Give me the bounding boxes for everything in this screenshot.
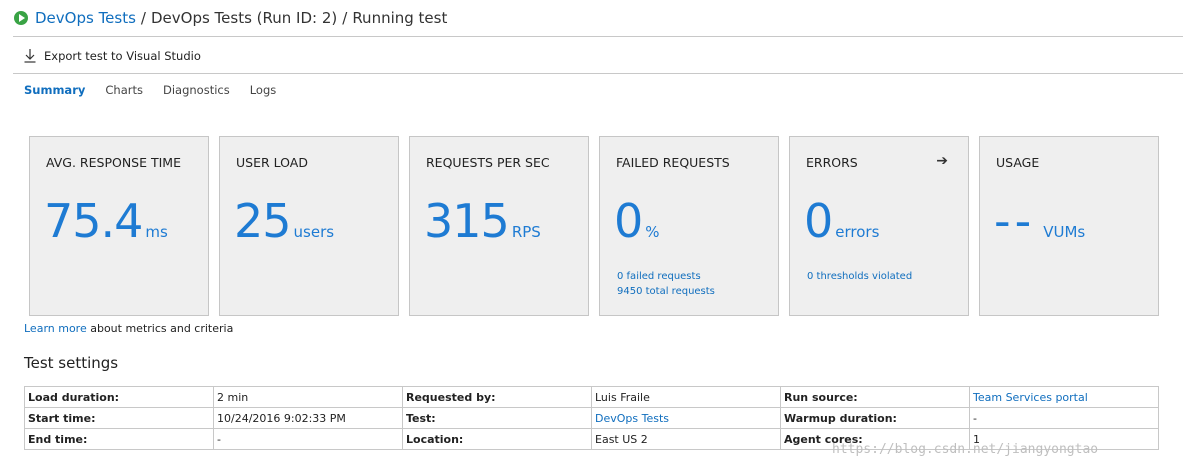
tile-unit: RPS <box>511 223 541 241</box>
breadcrumb: DevOps Tests / DevOps Tests (Run ID: 2) … <box>14 6 447 30</box>
tile-title: FAILED REQUESTS <box>616 155 730 170</box>
tile-number: 0 <box>804 194 833 248</box>
breadcrumb-status: Running test <box>352 9 448 27</box>
arrow-right-icon[interactable]: ➔ <box>936 153 948 169</box>
tile-number: 315 <box>424 194 510 248</box>
export-button[interactable]: Export test to Visual Studio <box>24 46 201 66</box>
breadcrumb-separator: / <box>140 9 146 27</box>
tab-logs[interactable]: Logs <box>250 83 277 97</box>
metric-tiles: AVG. RESPONSE TIME 75.4 ms USER LOAD 25 … <box>29 136 1159 316</box>
learn-more-suffix: about metrics and criteria <box>86 322 234 335</box>
breadcrumb-run: DevOps Tests (Run ID: 2) <box>150 9 338 27</box>
tile-title: ERRORS <box>806 155 858 170</box>
avg-response-time-tile: AVG. RESPONSE TIME 75.4 ms <box>29 136 209 316</box>
tile-value: 0 errors <box>804 191 879 251</box>
tile-value: 315 RPS <box>424 191 541 251</box>
tile-unit: ms <box>145 223 168 241</box>
learn-more-text: Learn more about metrics and criteria <box>24 322 233 335</box>
setting-value: DevOps Tests <box>591 407 781 429</box>
requests-per-sec-tile: REQUESTS PER SEC 315 RPS <box>409 136 589 316</box>
tile-title: USAGE <box>996 155 1040 170</box>
tab-charts[interactable]: Charts <box>105 83 143 97</box>
setting-label: Requested by: <box>402 386 592 408</box>
export-label: Export test to Visual Studio <box>44 49 201 63</box>
header-divider <box>13 36 1183 37</box>
setting-label: Location: <box>402 428 592 450</box>
setting-label: Start time: <box>24 407 214 429</box>
run-status-icon <box>14 11 28 25</box>
tile-number: 75.4 <box>44 194 143 248</box>
tile-unit: VUMs <box>1043 223 1086 241</box>
table-row: Load duration: 2 min Requested by: Luis … <box>24 386 1159 408</box>
tile-number: 0 <box>614 194 643 248</box>
setting-label: Test: <box>402 407 592 429</box>
table-row: Start time: 10/24/2016 9:02:33 PM Test: … <box>24 407 1159 429</box>
failed-requests-tile: FAILED REQUESTS 0 % 0 failed requests 94… <box>599 136 779 316</box>
setting-label: End time: <box>24 428 214 450</box>
tab-summary[interactable]: Summary <box>24 83 85 97</box>
setting-value: Team Services portal <box>969 386 1159 408</box>
tile-unit: errors <box>835 223 880 241</box>
tile-number: 25 <box>234 194 292 248</box>
setting-value: Luis Fraile <box>591 386 781 408</box>
run-source-link[interactable]: Team Services portal <box>973 391 1088 404</box>
tile-unit: % <box>645 223 660 241</box>
tile-number: -- <box>994 194 1036 248</box>
usage-tile: USAGE -- VUMs <box>979 136 1159 316</box>
setting-value: 2 min <box>213 386 403 408</box>
tile-title: USER LOAD <box>236 155 308 170</box>
toolbar-divider <box>13 73 1183 74</box>
user-load-tile: USER LOAD 25 users <box>219 136 399 316</box>
tile-value: 0 % <box>614 191 660 251</box>
setting-label: Warmup duration: <box>780 407 970 429</box>
setting-value: 10/24/2016 9:02:33 PM <box>213 407 403 429</box>
setting-value: - <box>969 407 1159 429</box>
tile-value: -- VUMs <box>994 191 1085 251</box>
tile-unit: users <box>293 223 335 241</box>
tile-title: AVG. RESPONSE TIME <box>46 155 181 170</box>
setting-label: Load duration: <box>24 386 214 408</box>
failed-requests-count-link[interactable]: 0 failed requests <box>617 271 701 282</box>
setting-value: East US 2 <box>591 428 781 450</box>
learn-more-link[interactable]: Learn more <box>24 322 87 335</box>
tile-title: REQUESTS PER SEC <box>426 155 550 170</box>
tile-value: 75.4 ms <box>44 191 168 251</box>
tab-bar: Summary Charts Diagnostics Logs <box>24 83 276 97</box>
breadcrumb-separator: / <box>342 9 348 27</box>
total-requests-count-link[interactable]: 9450 total requests <box>617 286 715 297</box>
test-settings-title: Test settings <box>24 354 119 372</box>
tile-value: 25 users <box>234 191 334 251</box>
test-settings-table: Load duration: 2 min Requested by: Luis … <box>24 386 1159 450</box>
watermark: https://blog.csdn.net/jiangyongtao <box>832 442 1099 457</box>
test-link[interactable]: DevOps Tests <box>595 412 669 425</box>
setting-value: - <box>213 428 403 450</box>
tab-diagnostics[interactable]: Diagnostics <box>163 83 230 97</box>
thresholds-violated-link[interactable]: 0 thresholds violated <box>807 271 912 282</box>
download-icon <box>24 49 36 63</box>
setting-label: Run source: <box>780 386 970 408</box>
breadcrumb-project-link[interactable]: DevOps Tests <box>35 9 136 27</box>
errors-tile[interactable]: ERRORS ➔ 0 errors 0 thresholds violated <box>789 136 969 316</box>
